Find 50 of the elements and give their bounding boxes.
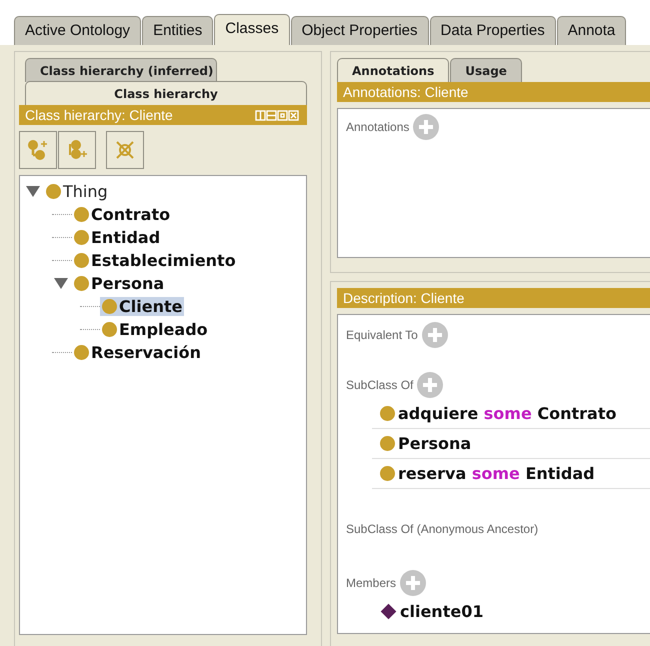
class-dot-icon: [74, 207, 89, 222]
add-icon[interactable]: [413, 114, 440, 140]
add-subclass-button[interactable]: [19, 131, 57, 169]
class-dot-icon: [74, 253, 89, 268]
tab[interactable]: Entities: [142, 16, 214, 45]
class-tree-item[interactable]: Cliente: [100, 297, 184, 316]
class-dot-icon: [380, 406, 395, 421]
view-tab[interactable]: Usage: [450, 58, 522, 82]
view-title: Annotations: Cliente: [343, 84, 468, 100]
tab[interactable]: Object Properties: [290, 16, 429, 45]
class-dot-icon: [74, 276, 89, 291]
add-icon[interactable]: [400, 570, 426, 596]
class-tree-item[interactable]: Entidad: [72, 228, 162, 247]
individual-name[interactable]: cliente01: [400, 602, 484, 621]
add-icon[interactable]: [422, 322, 448, 348]
class-dot-icon: [102, 322, 117, 337]
class-dot-icon: [46, 184, 61, 199]
delete-class-button[interactable]: [106, 131, 144, 169]
section-label: Annotations: [346, 120, 410, 134]
class-tree-item[interactable]: Thing: [44, 182, 110, 201]
class-expression[interactable]: reserva some Entidad: [398, 464, 595, 483]
view-tab[interactable]: Class hierarchy: [25, 81, 307, 105]
view-tab[interactable]: Annotations: [337, 58, 450, 82]
class-tree-item[interactable]: Persona: [72, 274, 166, 293]
view-title: Description: Cliente: [343, 290, 464, 306]
add-subclass-icon: [26, 138, 50, 162]
section-label: Equivalent To: [346, 328, 418, 342]
class-tree-item[interactable]: Reservación: [72, 343, 204, 362]
add-icon[interactable]: [417, 372, 444, 398]
add-sibling-class-button[interactable]: [58, 131, 96, 169]
class-expression[interactable]: Persona: [398, 434, 472, 453]
section-label: SubClass Of: [346, 378, 414, 392]
tab[interactable]: Classes: [214, 14, 290, 45]
class-tree-item[interactable]: Contrato: [72, 205, 172, 224]
class-dot-icon: [380, 466, 395, 481]
view-controls-icon[interactable]: [255, 110, 301, 120]
section-label: SubClass Of (Anonymous Ancestor): [346, 522, 538, 536]
class-dot-icon: [102, 299, 117, 314]
class-expression[interactable]: adquiere some Contrato: [398, 404, 616, 423]
class-tree-item[interactable]: Establecimiento: [72, 251, 238, 270]
class-dot-icon: [74, 230, 89, 245]
class-dot-icon: [74, 345, 89, 360]
class-tree-item[interactable]: Empleado: [100, 320, 210, 339]
view-tab[interactable]: Class hierarchy (inferred): [25, 58, 217, 82]
view-title: Class hierarchy: Cliente: [25, 107, 173, 123]
class-dot-icon: [380, 436, 395, 451]
tab[interactable]: Data Properties: [430, 16, 556, 45]
tab[interactable]: Annota: [556, 16, 626, 45]
tab[interactable]: Active Ontology: [14, 16, 142, 45]
section-label: Members: [346, 576, 396, 590]
